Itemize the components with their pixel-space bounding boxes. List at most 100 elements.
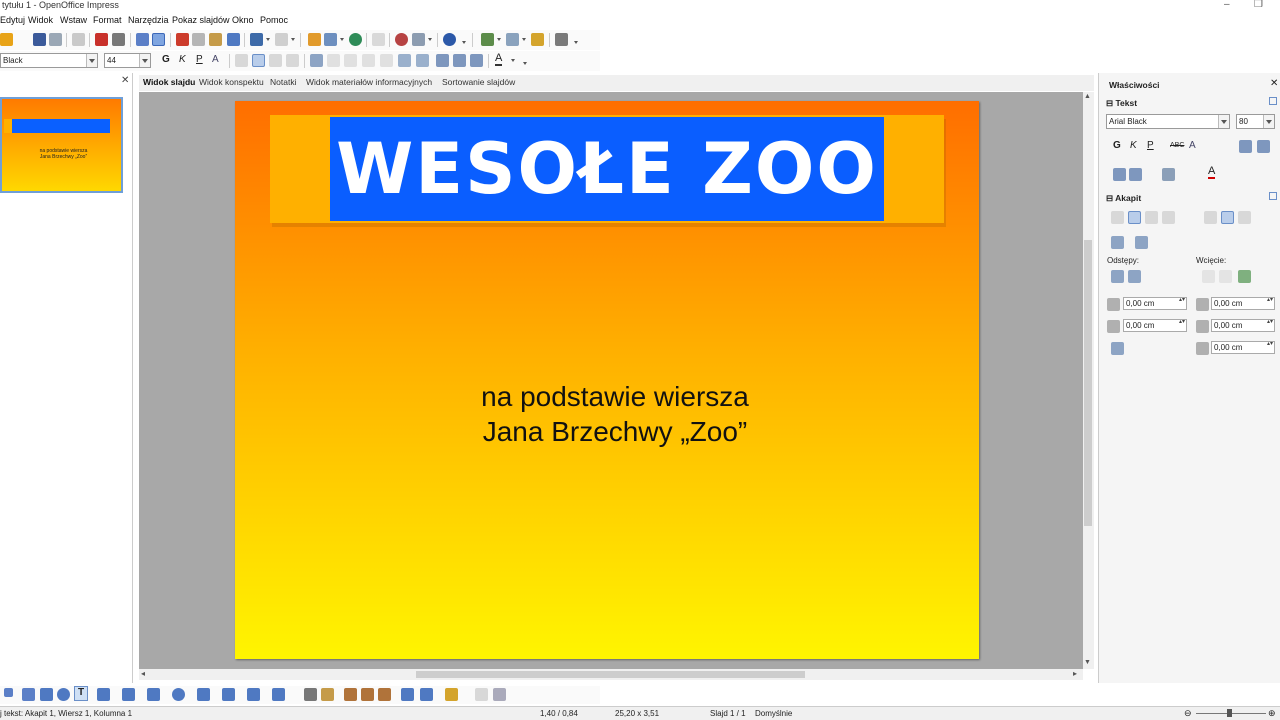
spellcheck-icon[interactable] (136, 33, 149, 46)
bullets-icon[interactable] (310, 54, 323, 67)
points-icon[interactable] (304, 688, 317, 701)
email-icon[interactable] (49, 33, 62, 46)
shadow-icon[interactable]: A (1189, 140, 1196, 151)
curve-icon[interactable] (97, 688, 110, 701)
cut-icon[interactable] (176, 33, 189, 46)
paragraph-section-header[interactable]: ⊟ Akapit (1106, 193, 1141, 204)
gallery-icon[interactable] (378, 688, 391, 701)
extrusion-icon[interactable] (475, 688, 488, 701)
italic-icon[interactable]: K (1130, 140, 1137, 151)
menu-help[interactable]: Pomoc (260, 15, 288, 25)
autospellcheck-icon[interactable] (152, 33, 165, 46)
navigator-icon[interactable] (349, 33, 362, 46)
chevron-down-icon[interactable] (1263, 115, 1274, 128)
chevron-down-icon[interactable] (291, 38, 295, 42)
basic-shapes-icon[interactable] (147, 688, 160, 701)
show-draw-functions-icon[interactable] (395, 33, 408, 46)
menu-edit[interactable]: Edytuj (0, 15, 25, 25)
chevron-down-icon[interactable] (522, 38, 526, 42)
rotate-icon[interactable] (401, 688, 414, 701)
table-icon[interactable] (324, 33, 337, 46)
strikethrough-icon[interactable]: ABC (1170, 142, 1184, 149)
shadow-icon[interactable]: A (212, 54, 219, 65)
glue-points-icon[interactable] (321, 688, 334, 701)
font-color-icon[interactable]: A (1208, 166, 1216, 179)
chevron-down-icon[interactable] (428, 38, 432, 42)
redo-icon[interactable] (275, 33, 288, 46)
slide-canvas[interactable]: WESOŁE ZOO na podstawie wiersza Jana Brz… (235, 101, 979, 659)
move-up-icon[interactable] (362, 54, 375, 67)
align-middle-icon[interactable] (1221, 211, 1234, 224)
italic-icon[interactable]: K (179, 54, 186, 65)
chevron-down-icon[interactable] (511, 59, 515, 63)
font-size-combo[interactable]: 44 (104, 53, 151, 68)
decrease-font-icon[interactable] (453, 54, 466, 67)
decrease-spacing-icon[interactable] (1128, 270, 1141, 283)
align-left-icon[interactable] (235, 54, 248, 67)
chevron-down-icon[interactable] (497, 38, 501, 42)
after-indent-input[interactable]: 0,00 cm (1211, 319, 1275, 332)
slide-thumbnail[interactable]: na podstawie wiersza Jana Brzechwy „Zoo” (0, 97, 123, 193)
menu-insert[interactable]: Wstaw (60, 15, 87, 25)
sidebar-font-name[interactable]: Arial Black (1106, 114, 1230, 129)
horizontal-scroll-thumb[interactable] (416, 671, 805, 678)
paste-icon[interactable] (209, 33, 222, 46)
save-icon[interactable] (33, 33, 46, 46)
flowchart-icon[interactable] (222, 688, 235, 701)
ellipse-icon[interactable] (57, 688, 70, 701)
scroll-right-icon[interactable]: ▸ (1073, 669, 1077, 678)
tab-slide-view[interactable]: Widok slajdu (143, 77, 195, 87)
zoom-slider-thumb[interactable] (1227, 709, 1232, 717)
scroll-left-icon[interactable]: ◂ (141, 669, 145, 678)
chevron-down-icon[interactable] (1218, 115, 1229, 128)
numbering-icon[interactable] (1135, 236, 1148, 249)
underline-icon[interactable]: P (196, 54, 203, 65)
superscript-icon[interactable] (1113, 168, 1126, 181)
sidebar-font-size[interactable]: 80 (1236, 114, 1275, 129)
line-spacing-icon[interactable] (416, 54, 429, 67)
connector-icon[interactable] (122, 688, 135, 701)
zoom-out-icon[interactable]: ⊖ (1184, 708, 1192, 719)
more-options-icon[interactable] (1269, 97, 1277, 105)
justify-icon[interactable] (1162, 211, 1175, 224)
text-tool-icon[interactable]: T (74, 686, 88, 701)
chevron-down-icon[interactable] (86, 54, 97, 67)
horizontal-scrollbar[interactable]: ◂ ▸ (139, 669, 1083, 680)
menu-tools[interactable]: Narzędzia (128, 15, 169, 25)
print-icon[interactable] (112, 33, 125, 46)
underline-icon[interactable]: P (1147, 140, 1154, 151)
arrow-line-icon[interactable] (22, 688, 35, 701)
paragraph-spacing-icon[interactable] (398, 54, 411, 67)
before-indent-input[interactable]: 0,00 cm (1211, 297, 1275, 310)
fontwork-icon[interactable] (344, 688, 357, 701)
align-top-icon[interactable] (1204, 211, 1217, 224)
chevron-down-icon[interactable] (139, 54, 150, 67)
stars-icon[interactable] (272, 688, 285, 701)
hanging-indent-icon[interactable] (1238, 270, 1251, 283)
align-right-icon[interactable] (1145, 211, 1158, 224)
font-name-combo[interactable]: Black (0, 53, 98, 68)
image-icon[interactable] (361, 688, 374, 701)
tab-slide-sorter[interactable]: Sortowanie slajdów (442, 77, 515, 87)
align-center-icon[interactable] (1128, 211, 1141, 224)
increase-spacing-icon[interactable] (1111, 270, 1124, 283)
symbol-shapes-icon[interactable] (172, 688, 185, 701)
above-spacing-input[interactable]: 0,00 cm (1123, 297, 1187, 310)
chart-icon[interactable] (308, 33, 321, 46)
vertical-scrollbar[interactable]: ▲ ▼ (1083, 92, 1094, 669)
decrease-font-icon[interactable] (1257, 140, 1270, 153)
slide-layout-icon[interactable] (481, 33, 494, 46)
arrange-icon[interactable] (445, 688, 458, 701)
menu-view[interactable]: Widok (28, 15, 53, 25)
menu-format[interactable]: Format (93, 15, 122, 25)
open-icon[interactable] (0, 33, 13, 46)
align-left-icon[interactable] (1111, 211, 1124, 224)
chevron-down-icon[interactable] (340, 38, 344, 42)
zoom-in-icon[interactable]: ⊕ (1268, 708, 1276, 719)
below-spacing-input[interactable]: 0,00 cm (1123, 319, 1187, 332)
bold-icon[interactable]: G (1113, 140, 1121, 151)
vertical-scroll-thumb[interactable] (1084, 240, 1092, 526)
bullets-icon[interactable] (1111, 236, 1124, 249)
demote-icon[interactable] (344, 54, 357, 67)
align-bottom-icon[interactable] (1238, 211, 1251, 224)
